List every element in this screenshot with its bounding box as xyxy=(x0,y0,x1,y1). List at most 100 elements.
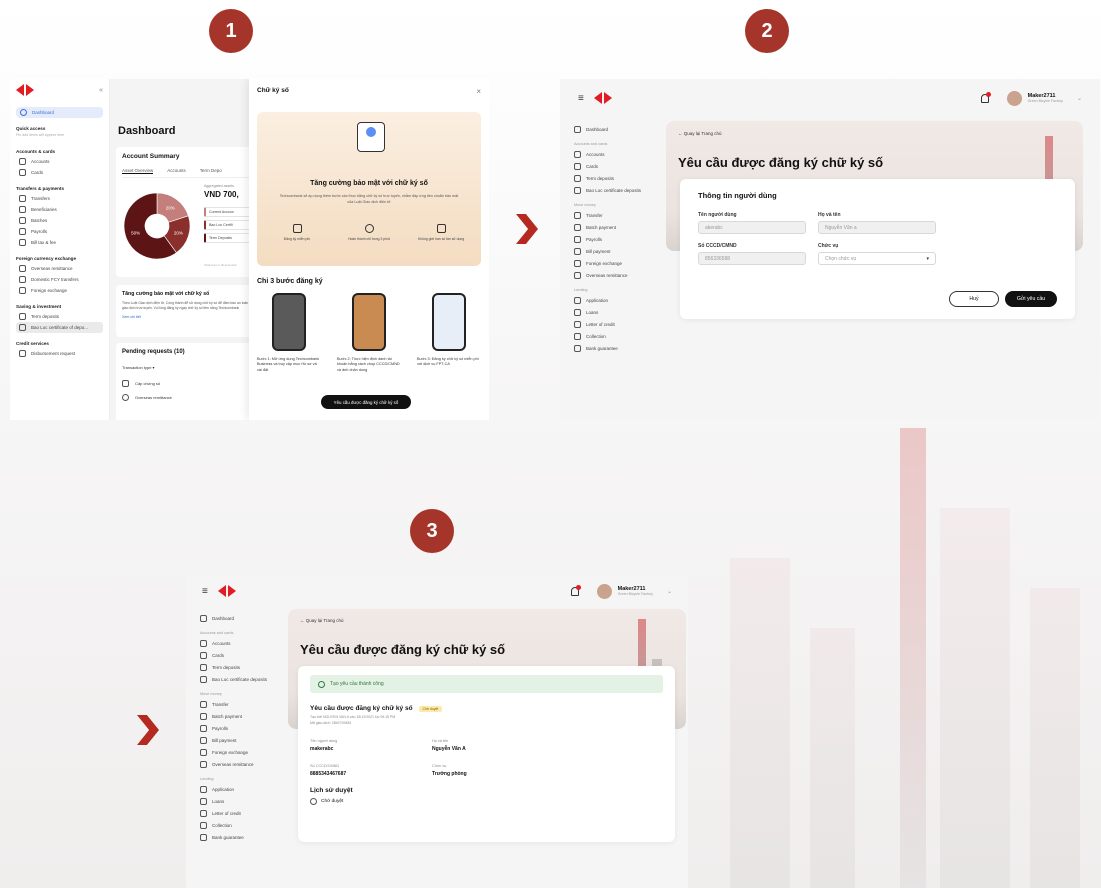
sidebar-item-cards[interactable]: Cards xyxy=(16,167,103,178)
legend-label: Term Deposits xyxy=(209,236,232,240)
sidebar-item-label: Foreign exchange xyxy=(212,749,249,755)
promo-link[interactable]: Xem chi tiết xyxy=(122,315,250,319)
sidebar-item-collection[interactable]: Collection xyxy=(574,330,660,342)
chevron-down-icon[interactable]: ⌄ xyxy=(667,588,672,595)
phone-illustration xyxy=(352,293,386,351)
sidebar-item-bill-payment[interactable]: Bill payment xyxy=(574,245,660,257)
sidebar-item-term-deposits[interactable]: Term deposits xyxy=(200,661,286,673)
globe-icon xyxy=(122,394,129,401)
sidebar-item-batch-payment[interactable]: Batch payment xyxy=(574,221,660,233)
sidebar-item-letter-of-credit[interactable]: Letter of credit xyxy=(574,318,660,330)
sidebar-item-payrolls[interactable]: Payrolls xyxy=(574,233,660,245)
sidebar-item-domestic-fcy-transfers[interactable]: Domestic FCY transfers xyxy=(16,274,103,285)
sidebar-item-overseas-remittance[interactable]: Overseas remittance xyxy=(574,269,660,281)
sidebar-item-loans[interactable]: Loans xyxy=(574,306,660,318)
accounts-icon xyxy=(19,158,26,165)
sidebar-item-bank-guarantee[interactable]: Bank guarantee xyxy=(200,831,286,843)
top-bar: ≡ Maker2711 Green Bicycle Factory ⌄ xyxy=(560,79,1100,117)
sidebar-item-label: Dashboard xyxy=(586,126,609,132)
sidebar-item-accounts[interactable]: Accounts xyxy=(200,637,286,649)
step-text: Bước 1: Mở ứng dụng Techcombank Business… xyxy=(257,357,320,372)
bank-guarantee-icon xyxy=(574,344,581,352)
chevron-down-icon[interactable]: ⌄ xyxy=(1077,95,1082,102)
sidebar-item-payrolls[interactable]: Payrolls xyxy=(200,722,286,734)
sidebar-item-term-deposits[interactable]: Term deposits xyxy=(16,311,103,322)
sidebar-group-saving-investment[interactable]: Saving & investment xyxy=(16,302,103,311)
menu-icon[interactable]: ≡ xyxy=(202,586,208,597)
table-row[interactable]: Cấp chứng số xyxy=(122,380,250,387)
sidebar-item-loans[interactable]: Loans xyxy=(200,795,286,807)
sidebar-section-lending: Lending xyxy=(200,777,214,781)
tab-term-deposits[interactable]: Term Depo xyxy=(200,168,222,174)
sidebar-item-batch-payment[interactable]: Batch payment xyxy=(200,710,286,722)
sidebar-item-collection[interactable]: Collection xyxy=(200,819,286,831)
sidebar-item-bao-loc-certificate-of-depo[interactable]: Bao Loc certificate of depo... xyxy=(16,322,103,333)
sidebar-item-cards[interactable]: Cards xyxy=(200,649,286,661)
sidebar-item-transfer[interactable]: Transfer xyxy=(200,698,286,710)
user-menu[interactable]: Maker2711 Green Bicycle Factory xyxy=(618,586,653,597)
registration-step-2: Bước 2: Thực hiện định danh tài khoản bằ… xyxy=(337,293,401,373)
promo-hero: Tăng cường bảo mật với chữ ký số Techcom… xyxy=(257,112,481,266)
sidebar-item-batches[interactable]: Batches xyxy=(16,215,103,226)
clock-icon xyxy=(364,224,374,233)
background-city-illustration xyxy=(690,420,1101,888)
sidebar-item-label: Loans xyxy=(586,309,599,315)
sidebar-group-transfers-payments[interactable]: Transfers & payments xyxy=(16,184,103,193)
back-link[interactable]: ← Quay lại Trang chủ xyxy=(678,131,722,136)
back-link[interactable]: ← Quay lại Trang chủ xyxy=(300,618,344,623)
sidebar-item-transfers[interactable]: Transfers xyxy=(16,193,103,204)
avatar[interactable] xyxy=(1006,90,1022,106)
sidebar-group-accounts-cards[interactable]: Accounts & cards xyxy=(16,147,103,156)
sidebar-item-accounts[interactable]: Accounts xyxy=(16,156,103,167)
sidebar-item-application[interactable]: Application xyxy=(200,783,286,795)
cards-icon xyxy=(574,162,581,170)
sidebar-item-label: Overseas remittance xyxy=(212,761,254,767)
sidebar-item-payrolls[interactable]: Payrolls xyxy=(16,226,103,237)
sidebar-item-bill-tax-fee[interactable]: Bill tax & fee xyxy=(16,237,103,248)
field-label: Họ và tên xyxy=(432,739,449,743)
bell-icon[interactable] xyxy=(570,584,581,596)
sidebar-item-dashboard[interactable]: Dashboard xyxy=(574,123,660,135)
avatar[interactable] xyxy=(596,583,612,599)
sidebar-item-letter-of-credit[interactable]: Letter of credit xyxy=(200,807,286,819)
sidebar-item-foreign-exchange[interactable]: Foreign exchange xyxy=(16,285,103,296)
submit-button[interactable]: Gửi yêu cầu xyxy=(1005,291,1057,307)
doc-icon xyxy=(436,224,446,233)
sidebar-item-cards[interactable]: Cards xyxy=(574,160,660,172)
request-signature-button[interactable]: Yêu cầu được đăng ký chữ ký số xyxy=(321,395,411,409)
sidebar-item-overseas-remittance[interactable]: Overseas remittance xyxy=(16,263,103,274)
transaction-type-filter[interactable]: Transaction type ▾ xyxy=(122,365,250,370)
user-menu[interactable]: Maker2711 Green Bicycle Factory xyxy=(1028,93,1063,104)
sidebar-group-credit-services[interactable]: Credit services xyxy=(16,339,103,348)
sidebar-item-bao-loc-certificate-deposits[interactable]: Bao Loc certificate deposits xyxy=(574,184,660,196)
sidebar-group-foreign-currency-exchange[interactable]: Foreign currency exchange xyxy=(16,254,103,263)
sidebar-item-dashboard[interactable]: Dashboard xyxy=(200,612,286,624)
tab-asset-overview[interactable]: Asset Overview xyxy=(122,168,154,174)
position-select[interactable]: Chọn chức vụ ▾ xyxy=(818,252,936,265)
sidebar-item-beneficiaries[interactable]: Beneficiaries xyxy=(16,204,103,215)
cancel-button[interactable]: Huỷ xyxy=(949,291,999,307)
sidebar-item-bill-payment[interactable]: Bill payment xyxy=(200,734,286,746)
sidebar-item-foreign-exchange[interactable]: Foreign exchange xyxy=(574,257,660,269)
tab-accounts[interactable]: Accounts xyxy=(167,168,186,174)
sidebar-item-dashboard[interactable]: Dashboard xyxy=(16,107,103,118)
table-row[interactable]: Overseas remittance xyxy=(122,394,250,401)
sidebar-item-label: Payrolls xyxy=(31,229,48,234)
bell-icon[interactable] xyxy=(980,91,991,103)
sidebar-item-label: Payrolls xyxy=(586,236,603,242)
term-deposits-icon xyxy=(19,313,26,320)
menu-icon[interactable]: ≡ xyxy=(578,93,584,104)
steps-title: Chỉ 3 bước đăng ký xyxy=(257,278,323,285)
sidebar-item-term-deposits[interactable]: Term deposits xyxy=(574,172,660,184)
sidebar-item-overseas-remittance[interactable]: Overseas remittance xyxy=(200,758,286,770)
sidebar-item-transfer[interactable]: Transfer xyxy=(574,209,660,221)
collapse-icon[interactable]: « xyxy=(99,87,103,94)
sidebar-item-bank-guarantee[interactable]: Bank guarantee xyxy=(574,342,660,354)
close-icon[interactable]: × xyxy=(476,87,481,96)
sidebar-item-accounts[interactable]: Accounts xyxy=(574,148,660,160)
sidebar-item-foreign-exchange[interactable]: Foreign exchange xyxy=(200,746,286,758)
sidebar-item-application[interactable]: Application xyxy=(574,294,660,306)
sidebar-item-bao-loc-certificate-deposits[interactable]: Bao Loc certificate deposits xyxy=(200,673,286,685)
sidebar-item-disbursement-request[interactable]: Disbursement request xyxy=(16,348,103,359)
sidebar-item-label: Collection xyxy=(586,333,606,339)
